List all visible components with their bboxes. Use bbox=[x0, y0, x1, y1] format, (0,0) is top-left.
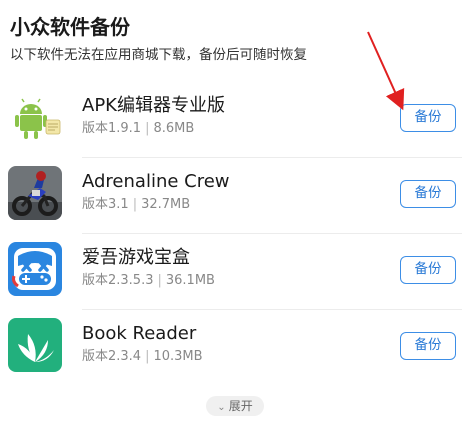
expand-label: 展开 bbox=[228, 399, 253, 413]
backup-button[interactable]: 备份 bbox=[400, 104, 456, 132]
list-item: 爱吾游戏宝盒 版本2.3.5.3 | 36.1MB 备份 bbox=[0, 234, 472, 310]
gamepad-box-icon bbox=[8, 242, 62, 296]
leaf-reader-icon bbox=[8, 318, 62, 372]
backup-button[interactable]: 备份 bbox=[400, 180, 456, 208]
app-size: 10.3MB bbox=[153, 349, 203, 364]
motorbike-game-icon bbox=[8, 166, 62, 220]
meta-separator: | bbox=[145, 349, 150, 364]
android-robot-icon bbox=[8, 90, 62, 144]
backup-button[interactable]: 备份 bbox=[400, 332, 456, 360]
app-version: 版本2.3.4 bbox=[82, 349, 142, 364]
app-meta: 版本1.9.1 | 8.6MB bbox=[82, 120, 194, 138]
expand-button[interactable]: ⌄ 展开 bbox=[206, 396, 264, 416]
list-item: APK编辑器专业版 版本1.9.1 | 8.6MB 备份 bbox=[0, 82, 472, 158]
app-meta: 版本2.3.5.3 | 36.1MB bbox=[82, 272, 215, 290]
app-version: 版本3.1 bbox=[82, 197, 129, 212]
app-list: APK编辑器专业版 版本1.9.1 | 8.6MB 备份 Adrenaline Cr… bbox=[0, 82, 472, 386]
app-size: 32.7MB bbox=[141, 197, 191, 212]
app-version: 版本2.3.5.3 bbox=[82, 273, 154, 288]
list-item: Adrenaline Crew 版本3.1 | 32.7MB 备份 bbox=[0, 158, 472, 234]
section-title: 小众软件备份 bbox=[10, 15, 130, 39]
section-header: 小众软件备份 以下软件无法在应用商城下载，备份后可随时恢复 bbox=[10, 14, 307, 64]
backup-button[interactable]: 备份 bbox=[400, 256, 456, 284]
meta-separator: | bbox=[145, 121, 150, 136]
meta-separator: | bbox=[157, 273, 162, 288]
app-name: Book Reader bbox=[82, 323, 197, 344]
app-name: APK编辑器专业版 bbox=[82, 95, 225, 116]
app-size: 36.1MB bbox=[165, 273, 215, 288]
section-subtitle: 以下软件无法在应用商城下载，备份后可随时恢复 bbox=[10, 47, 307, 63]
list-item: Book Reader 版本2.3.4 | 10.3MB 备份 bbox=[0, 310, 472, 386]
chevron-down-icon: ⌄ bbox=[217, 402, 226, 413]
app-meta: 版本2.3.4 | 10.3MB bbox=[82, 348, 203, 366]
app-size: 8.6MB bbox=[153, 121, 195, 136]
app-name: Adrenaline Crew bbox=[82, 171, 230, 192]
app-name: 爱吾游戏宝盒 bbox=[82, 247, 190, 268]
meta-separator: | bbox=[132, 197, 138, 212]
app-version: 版本1.9.1 bbox=[82, 121, 142, 136]
app-meta: 版本3.1 | 32.7MB bbox=[82, 196, 190, 214]
